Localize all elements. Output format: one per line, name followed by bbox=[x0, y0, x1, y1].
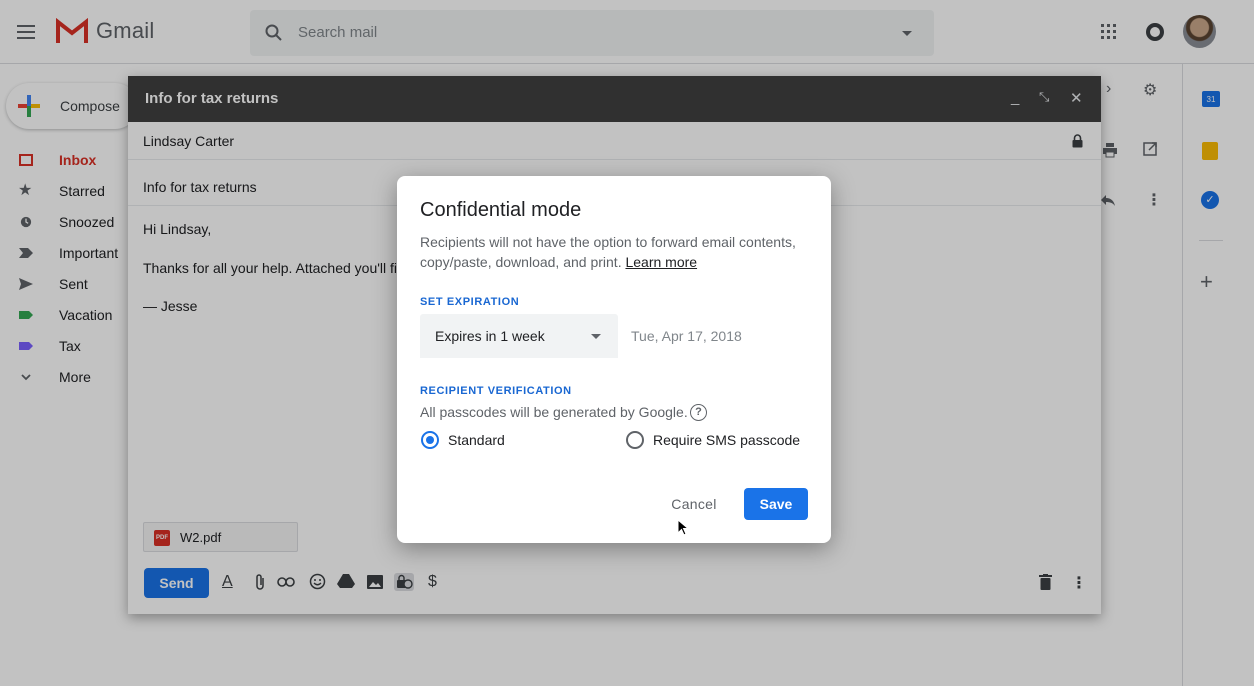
radio-standard[interactable]: Standard bbox=[421, 430, 541, 450]
dialog-description: Recipients will not have the option to f… bbox=[420, 232, 815, 272]
dialog-title: Confidential mode bbox=[420, 199, 582, 221]
radio-label: Standard bbox=[448, 432, 505, 448]
verification-heading: RECIPIENT VERIFICATION bbox=[420, 385, 572, 397]
learn-more-link[interactable]: Learn more bbox=[625, 254, 697, 270]
expiration-value: Expires in 1 week bbox=[435, 328, 545, 344]
save-button[interactable]: Save bbox=[744, 488, 808, 520]
description-line: copy/paste, download, and print. bbox=[420, 254, 622, 270]
verification-note: All passcodes will be generated by Googl… bbox=[420, 404, 688, 420]
expiration-heading: SET EXPIRATION bbox=[420, 296, 520, 308]
radio-label: Require SMS passcode bbox=[653, 432, 801, 448]
expiration-dropdown[interactable]: Expires in 1 week bbox=[420, 314, 618, 358]
radio-sms-passcode[interactable]: Require SMS passcode bbox=[626, 430, 806, 450]
confidential-mode-dialog: Confidential mode Recipients will not ha… bbox=[397, 176, 831, 543]
description-line: Recipients will not have the option to f… bbox=[420, 234, 796, 250]
mouse-cursor-icon bbox=[677, 519, 689, 536]
expiration-date: Tue, Apr 17, 2018 bbox=[631, 328, 742, 344]
dropdown-caret-icon bbox=[591, 334, 601, 339]
help-icon[interactable]: ? bbox=[690, 404, 707, 421]
radio-button-selected[interactable] bbox=[421, 431, 439, 449]
cancel-button[interactable]: Cancel bbox=[659, 488, 729, 520]
radio-button[interactable] bbox=[626, 431, 644, 449]
